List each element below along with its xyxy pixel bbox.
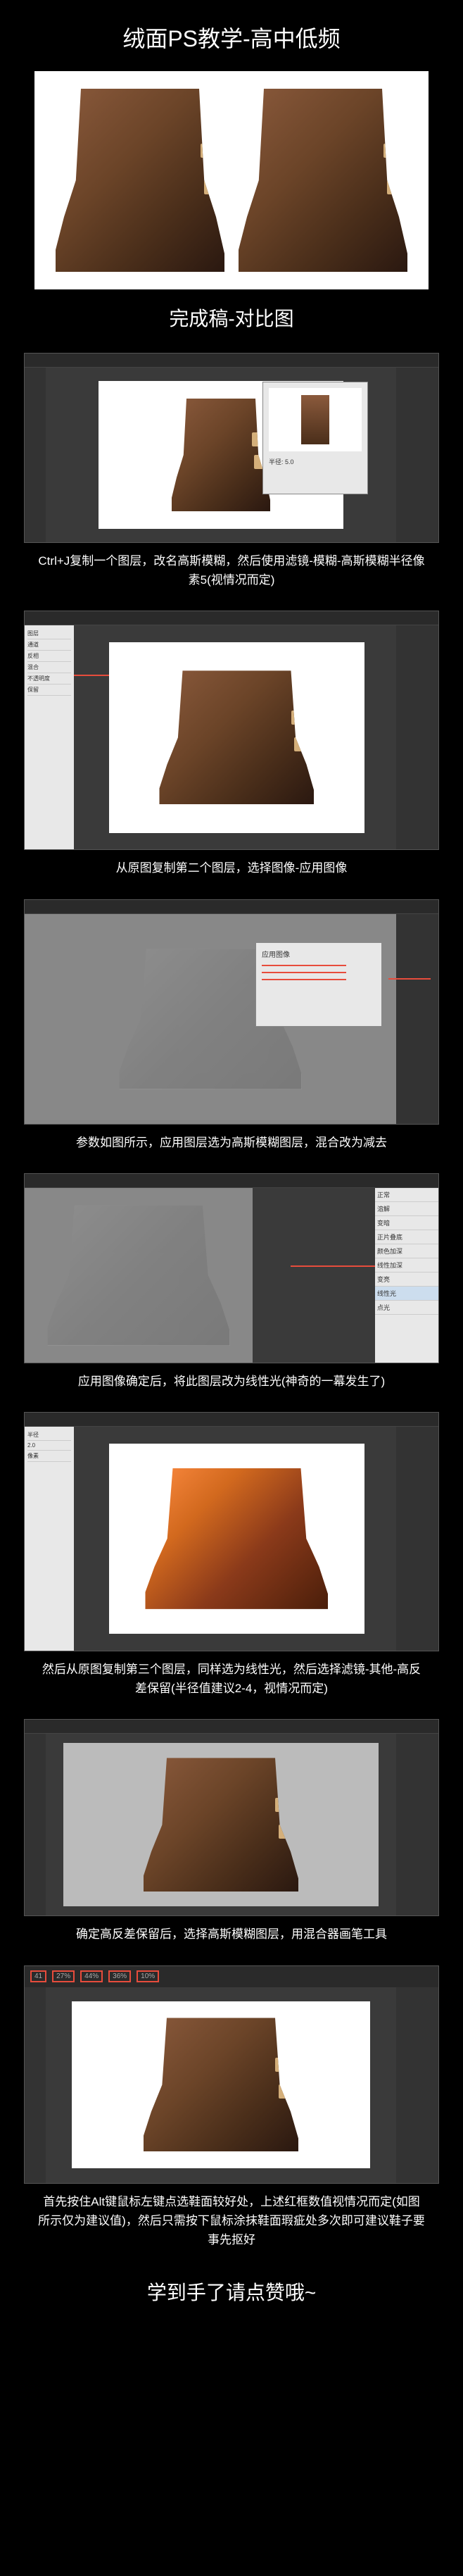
screenshot-2: 图层通道反相混合不透明度保留 [24,611,439,850]
step-3: 应用图像 参数如图所示，应用图层选为高斯模糊图层，混合改为减去 [24,899,439,1152]
caption-3: 参数如图所示，应用图层选为高斯模糊图层，混合改为减去 [24,1133,439,1152]
caption-5: 然后从原图复制第三个图层，同样选为线性光，然后选择滤镜-其他-高反差保留(半径值… [24,1660,439,1698]
step-1: 半径: 5.0 Ctrl+J复制一个图层，改名高斯模糊，然后使用滤镜-模糊-高斯… [24,353,439,589]
screenshot-5: 半径2.0像素 [24,1412,439,1651]
screenshot-1: 半径: 5.0 [24,353,439,543]
boot-before [56,89,224,272]
comparison-image [34,71,429,289]
caption-6: 确定高反差保留后，选择高斯模糊图层，用混合器画笔工具 [24,1925,439,1944]
highpass-panel: 半径2.0像素 [25,1427,74,1651]
screenshot-6 [24,1719,439,1916]
step-5: 半径2.0像素 然后从原图复制第三个图层，同样选为线性光，然后选择滤镜-其他-高… [24,1412,439,1698]
screenshot-4: 正常溶解变暗正片叠底颜色加深线性加深变亮线性光点光 [24,1173,439,1363]
step-2: 图层通道反相混合不透明度保留 从原图复制第二个图层，选择图像-应用图像 [24,611,439,877]
boot-after [239,89,407,272]
screenshot-3: 应用图像 [24,899,439,1125]
caption-7: 首先按住Alt键鼠标左键点选鞋面较好处，上述红框数值视情况而定(如图所示仅为建议… [24,2192,439,2250]
apply-image-dialog: 应用图像 [255,942,382,1027]
caption-2: 从原图复制第二个图层，选择图像-应用图像 [24,858,439,877]
mixer-brush-toolbar: 41 27% 44% 36% 10% [25,1966,438,1987]
step-6: 确定高反差保留后，选择高斯模糊图层，用混合器画笔工具 [24,1719,439,1944]
screenshot-7: 41 27% 44% 36% 10% [24,1965,439,2184]
step-7: 41 27% 44% 36% 10% 首先按住Alt键鼠标左键点选鞋面较好处，上… [24,1965,439,2250]
step-4: 正常溶解变暗正片叠底颜色加深线性加深变亮线性光点光 应用图像确定后，将此图层改为… [24,1173,439,1391]
apply-image-panel: 图层通道反相混合不透明度保留 [25,625,74,849]
main-title: 绒面PS教学-高中低频 [0,21,463,54]
caption-1: Ctrl+J复制一个图层，改名高斯模糊，然后使用滤镜-模糊-高斯模糊半径像素5(… [24,551,439,589]
subtitle: 完成稿-对比图 [0,304,463,332]
blend-mode-panel: 正常溶解变暗正片叠底颜色加深线性加深变亮线性光点光 [375,1188,438,1363]
gaussian-blur-dialog: 半径: 5.0 [262,382,368,494]
ending-text: 学到手了请点赞哦~ [0,2277,463,2306]
caption-4: 应用图像确定后，将此图层改为线性光(神奇的一幕发生了) [24,1372,439,1391]
